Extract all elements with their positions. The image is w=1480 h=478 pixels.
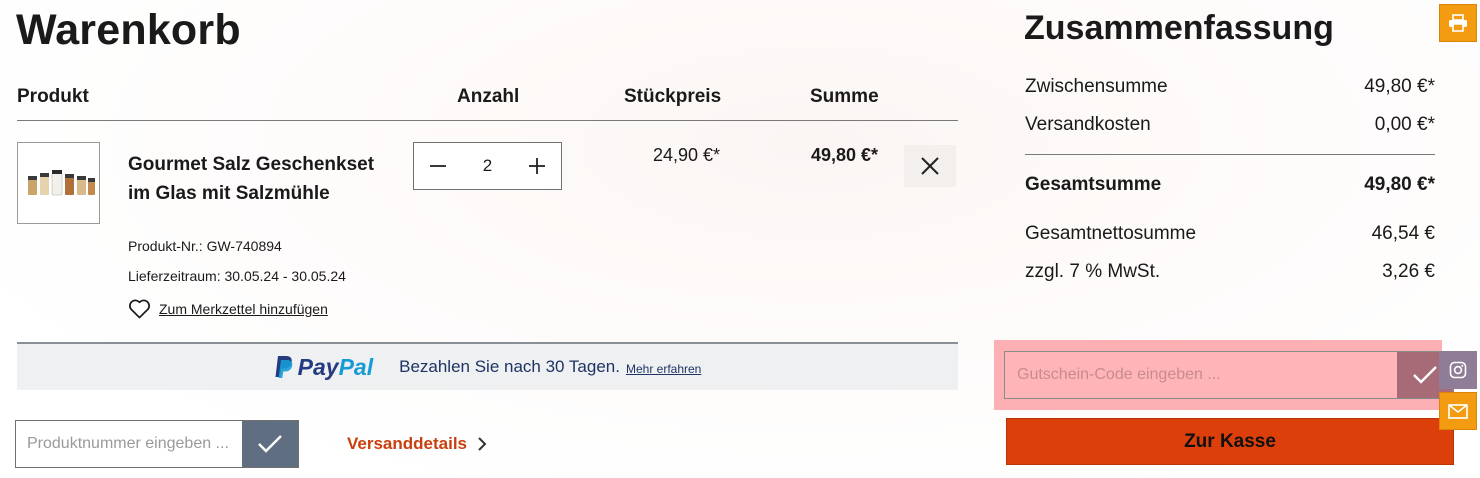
paypal-banner: PayPal Bezahlen Sie nach 30 Tagen. Mehr …	[17, 342, 958, 390]
voucher-form	[1004, 351, 1454, 399]
plus-icon	[529, 158, 545, 174]
paypal-icon	[275, 356, 292, 378]
net-total-value: 46,54 €	[1371, 223, 1435, 244]
paypal-logo-pal: Pal	[338, 353, 374, 380]
checkmark-icon	[258, 435, 282, 453]
subtotal-row: Zwischensumme 49,80 €*	[1025, 76, 1435, 98]
product-number-input[interactable]	[16, 421, 242, 467]
shipping-details-link[interactable]: Versanddetails	[347, 434, 487, 454]
chevron-right-icon	[478, 437, 487, 451]
mail-icon	[1448, 403, 1468, 419]
salt-jars-icon	[28, 170, 95, 196]
total-row: Gesamtsumme 49,80 €*	[1025, 174, 1435, 196]
delivery-period: Lieferzeitraum: 30.05.24 - 30.05.24	[128, 268, 346, 284]
column-header-unit-price: Stückpreis	[624, 86, 722, 107]
wishlist-label: Zum Merkzettel hinzufügen	[159, 300, 328, 317]
increase-quantity-button[interactable]	[513, 143, 561, 189]
paypal-text: Bezahlen Sie nach 30 Tagen.	[399, 357, 620, 376]
vat-value: 3,26 €	[1382, 261, 1435, 282]
summary-divider	[1025, 154, 1435, 155]
heart-icon	[129, 299, 150, 319]
checkout-button[interactable]: Zur Kasse	[1006, 418, 1454, 465]
decrease-quantity-button[interactable]	[414, 143, 462, 189]
add-product-number-button[interactable]	[242, 421, 298, 467]
net-total-label: Gesamtnettosumme	[1025, 223, 1197, 244]
paypal-more-link[interactable]: Mehr erfahren	[626, 362, 701, 376]
remove-item-button[interactable]	[904, 145, 956, 187]
instagram-icon	[1449, 361, 1467, 379]
minus-icon	[430, 165, 446, 167]
paypal-logo: PayPal	[274, 354, 373, 381]
column-header-quantity: Anzahl	[457, 86, 520, 107]
subtotal-label: Zwischensumme	[1025, 76, 1168, 97]
quantity-value[interactable]: 2	[462, 143, 513, 189]
vat-row: zzgl. 7 % MwSt. 3,26 €	[1025, 261, 1435, 283]
close-icon	[921, 157, 939, 175]
mail-button[interactable]	[1439, 392, 1477, 430]
column-header-product: Produkt	[17, 86, 89, 107]
column-header-total: Summe	[810, 86, 879, 107]
print-button[interactable]	[1439, 4, 1477, 42]
product-image[interactable]	[17, 142, 100, 224]
header-divider	[17, 120, 958, 121]
checkmark-icon	[1413, 366, 1437, 384]
product-name[interactable]: Gourmet Salz Geschenkset im Glas mit Sal…	[128, 151, 378, 208]
add-to-wishlist-link[interactable]: Zum Merkzettel hinzufügen	[128, 298, 328, 319]
shipping-cost-value: 0,00 €*	[1374, 114, 1435, 135]
total-value: 49,80 €*	[1364, 174, 1435, 195]
shipping-details-label: Versanddetails	[347, 434, 468, 453]
subtotal-value: 49,80 €*	[1364, 76, 1435, 97]
total-label: Gesamtsumme	[1025, 174, 1162, 195]
cart-title: Warenkorb	[16, 6, 241, 54]
paypal-logo-pay: Pay	[297, 353, 339, 380]
unit-price: 24,90 €*	[652, 145, 720, 165]
quantity-stepper[interactable]: 2	[413, 142, 562, 190]
voucher-code-input[interactable]	[1005, 352, 1397, 398]
net-total-row: Gesamtnettosumme 46,54 €	[1025, 223, 1435, 245]
shipping-cost-row: Versandkosten 0,00 €*	[1025, 114, 1435, 136]
product-number: Produkt-Nr.: GW-740894	[128, 238, 282, 254]
printer-icon	[1449, 14, 1467, 32]
line-total: 49,80 €*	[810, 145, 878, 165]
vat-label: zzgl. 7 % MwSt.	[1025, 261, 1161, 282]
shipping-cost-label: Versandkosten	[1025, 114, 1151, 135]
product-number-form	[15, 420, 299, 468]
instagram-button[interactable]	[1439, 351, 1477, 389]
summary-title: Zusammenfassung	[1024, 9, 1334, 47]
